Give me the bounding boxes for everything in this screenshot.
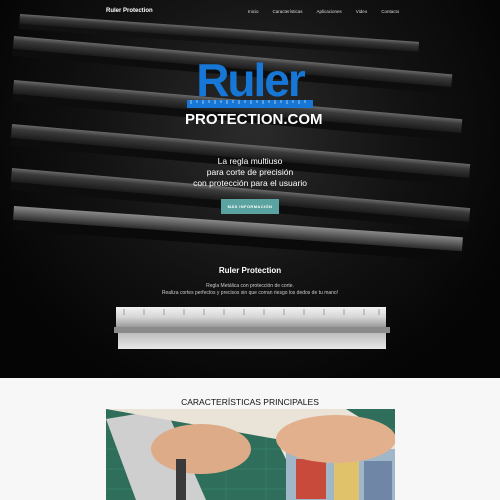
tagline-line: para corte de precisión: [206, 167, 294, 177]
product-desc-line: Regla Metálica con protección de corte.: [206, 283, 294, 289]
tagline-line: con protección para el usuario: [193, 178, 307, 188]
nav-link-aplicaciones[interactable]: Aplicaciones: [317, 9, 342, 14]
nav-link-caracteristicas[interactable]: Características: [273, 9, 303, 14]
top-nav: Ruler Protection Inicio Características …: [0, 0, 500, 24]
ruler-protection-logo: Ruler PROTECTION.COM: [185, 54, 323, 128]
product-title: Ruler Protection: [218, 266, 282, 275]
features-photo: [106, 409, 395, 500]
brand-name[interactable]: Ruler Protection: [106, 8, 153, 14]
nav-link-video[interactable]: Video: [356, 9, 367, 14]
product-ruler-image: [114, 307, 390, 349]
logo-word: Ruler: [196, 54, 306, 106]
product-desc-line: Realiza cortes perfectos y precisos sin …: [161, 290, 339, 296]
nav-links: Inicio Características Aplicaciones Vide…: [248, 9, 413, 14]
hero-tagline: La regla multiuso para corte de precisió…: [150, 156, 350, 189]
hero-section: Ruler Protection Inicio Características …: [0, 0, 500, 378]
features-section: CARACTERÍSTICAS PRINCIPALES: [0, 378, 500, 500]
tagline-line: La regla multiuso: [217, 156, 283, 166]
logo-ruler-bar: [187, 100, 313, 108]
features-title: CARACTERÍSTICAS PRINCIPALES: [181, 397, 319, 407]
nav-link-inicio[interactable]: Inicio: [248, 9, 259, 14]
logo-domain: PROTECTION.COM: [185, 111, 323, 128]
nav-link-contacto[interactable]: Contacto: [381, 9, 399, 14]
product-description: Regla Metálica con protección de corte. …: [0, 283, 500, 297]
more-info-button[interactable]: MÁS INFORMACIÓN: [221, 199, 279, 214]
